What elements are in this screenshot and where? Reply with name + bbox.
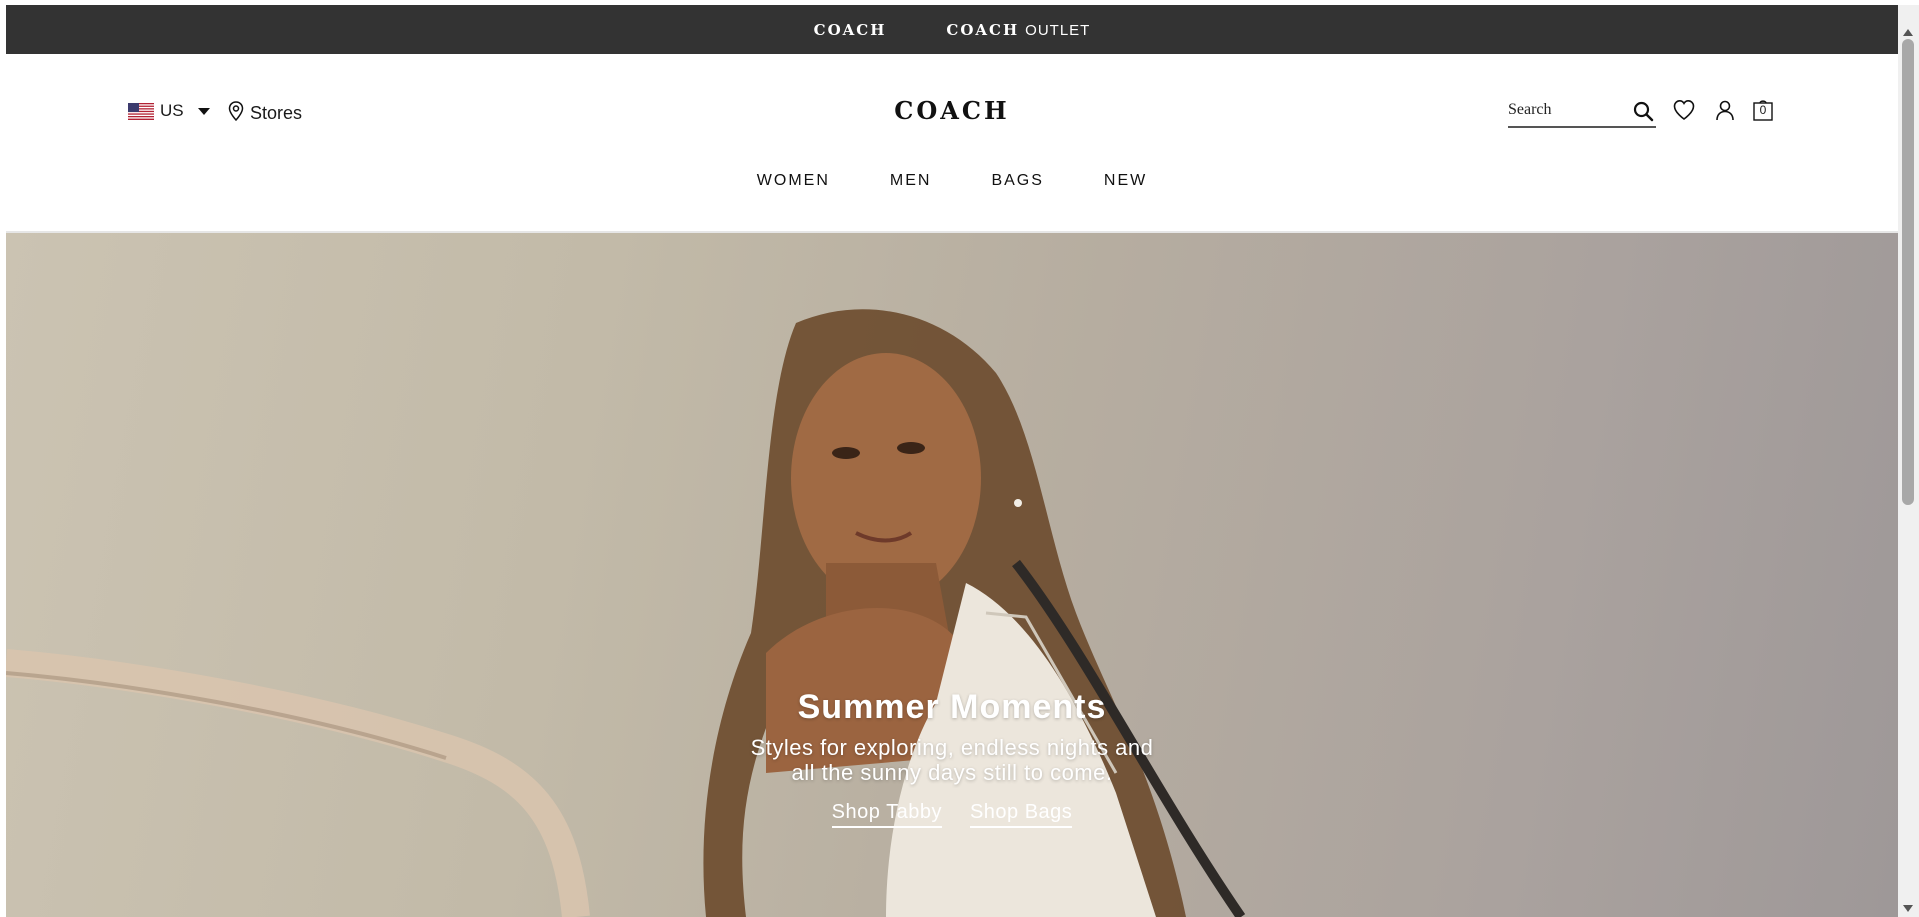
nav-men[interactable]: MEN	[890, 172, 932, 190]
hero-cta-group: Shop Tabby Shop Bags	[6, 801, 1898, 828]
vertical-scrollbar[interactable]	[1898, 5, 1919, 917]
hero-banner: Summer Moments Styles for exploring, end…	[6, 233, 1898, 917]
nav-women[interactable]: WOMEN	[757, 172, 830, 190]
search-input[interactable]	[1508, 98, 1624, 122]
browser-viewport: COACH COACH OUTLET US Stores COACH Searc…	[0, 0, 1919, 917]
scroll-thumb[interactable]	[1902, 39, 1914, 505]
scroll-up-arrow-icon[interactable]	[1903, 29, 1913, 36]
site-header: US Stores COACH Search 0 WOMEN MEN BAGS …	[6, 54, 1898, 232]
bag-icon[interactable]: 0	[1752, 98, 1778, 124]
search-icon[interactable]	[1632, 100, 1654, 122]
scroll-down-arrow-icon[interactable]	[1903, 905, 1913, 912]
search-box	[1508, 98, 1656, 128]
main-nav: WOMEN MEN BAGS NEW	[6, 172, 1898, 190]
user-icon[interactable]	[1713, 98, 1739, 124]
hero-title: Summer Moments	[797, 688, 1107, 726]
shop-bags-link[interactable]: Shop Bags	[969, 801, 1073, 828]
nav-bags[interactable]: BAGS	[991, 172, 1043, 190]
hero-subtitle-line-1: Styles for exploring, endless nights and	[750, 735, 1154, 760]
hero-copy: Summer Moments Styles for exploring, end…	[6, 688, 1898, 828]
shop-tabby-link[interactable]: Shop Tabby	[831, 801, 942, 828]
coach-site-link[interactable]: COACH	[814, 21, 887, 39]
outlet-label: OUTLET	[1025, 21, 1091, 39]
utility-bar: COACH COACH OUTLET	[6, 5, 1898, 54]
coach-wordmark: COACH	[813, 20, 887, 39]
bag-count: 0	[1759, 103, 1767, 117]
hero-subtitle-line-2: all the sunny days still to come.	[791, 760, 1113, 785]
hero-subtitle: Styles for exploring, endless nights and…	[6, 735, 1898, 785]
heart-icon[interactable]	[1672, 98, 1698, 124]
coach-outlet-wordmark: COACH	[946, 20, 1020, 39]
coach-outlet-link[interactable]: COACH OUTLET	[946, 21, 1090, 39]
nav-new[interactable]: NEW	[1104, 172, 1147, 190]
